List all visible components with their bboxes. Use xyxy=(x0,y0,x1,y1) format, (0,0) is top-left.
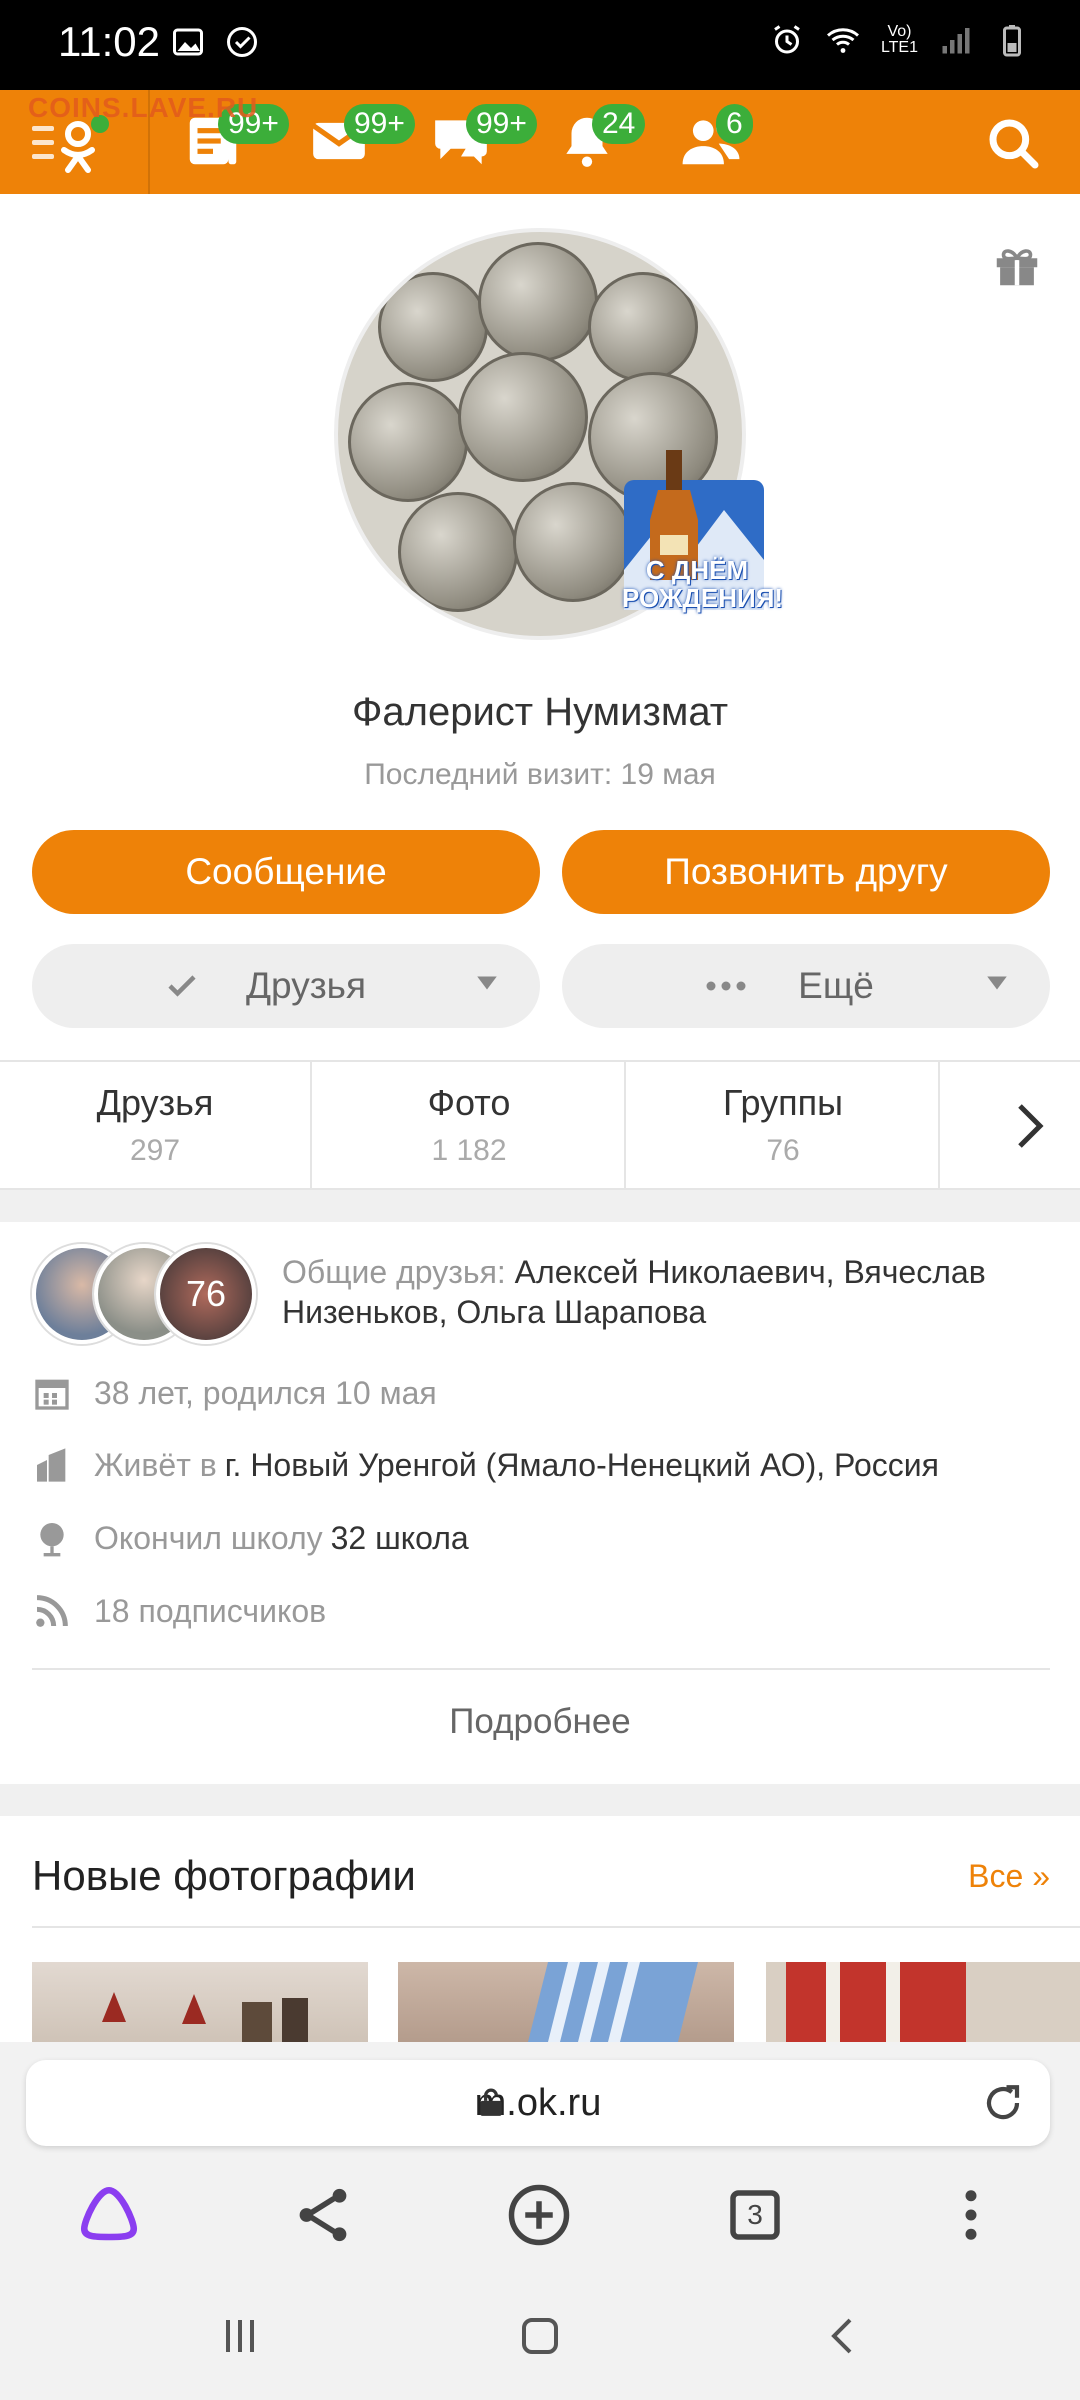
network-type: Vo) LTE1 xyxy=(880,23,918,56)
discussions-button[interactable]: 99+ xyxy=(430,104,537,180)
tabs-count: 3 xyxy=(747,2199,763,2230)
dropdown-arrow-icon xyxy=(987,976,1007,990)
rss-icon xyxy=(36,1595,68,1627)
info-school: Окончил школу 32 школа xyxy=(32,1513,1062,1563)
gallery-icon xyxy=(173,28,203,56)
address-bar[interactable]: m.ok.ru xyxy=(26,2060,1050,2146)
friends-dropdown-button[interactable]: Друзья xyxy=(32,944,540,1028)
home-icon[interactable] xyxy=(516,2312,564,2360)
new-tab-icon[interactable] xyxy=(506,2182,572,2248)
info-location: Живёт в г. Новый Уренгой (Ямало-Ненецкий… xyxy=(32,1440,1062,1490)
stat-label: Группы xyxy=(723,1082,843,1123)
lives-label: Живёт в xyxy=(94,1446,217,1483)
globe-icon xyxy=(40,1523,64,1557)
birthday-sticker-text: С ДНЁМ РОЖДЕНИЯ! xyxy=(622,555,784,613)
messages-button[interactable]: 99+ xyxy=(308,104,415,180)
ribbon-image xyxy=(786,1962,966,2042)
tabs-button[interactable]: 3 xyxy=(722,2182,788,2248)
browser-bottom-bar: m.ok.ru 3 xyxy=(0,2042,1080,2272)
message-button[interactable]: Сообщение xyxy=(32,830,540,914)
messages-badge: 99+ xyxy=(344,104,415,144)
share-icon[interactable] xyxy=(290,2182,356,2248)
recent-apps-icon[interactable] xyxy=(216,2312,264,2360)
watermark: COINS.LAVE.RU xyxy=(28,92,259,123)
avatar: 76 xyxy=(156,1244,256,1344)
mutual-friends-text[interactable]: Общие друзья: Алексей Николаевич, Вячесл… xyxy=(282,1252,1062,1332)
dropdown-arrow-icon xyxy=(477,976,497,990)
mutual-count: 76 xyxy=(185,1273,227,1314)
stat-label: Друзья xyxy=(96,1082,214,1123)
status-bar: 11:02 Vo) LTE1 xyxy=(0,0,1080,90)
system-navigation-bar xyxy=(0,2272,1080,2400)
status-time: 11:02 xyxy=(58,18,160,65)
more-dropdown-button[interactable]: Ещё xyxy=(562,944,1050,1028)
notifications-badge: 24 xyxy=(592,104,646,144)
alarm-icon xyxy=(774,25,800,54)
mutual-label: Общие друзья: xyxy=(282,1254,506,1290)
all-photos-link[interactable]: Все » xyxy=(968,1858,1050,1895)
reload-icon[interactable] xyxy=(982,2082,1024,2124)
school-label: Окончил школу xyxy=(94,1519,323,1556)
mutual-friends-avatars[interactable]: 76 xyxy=(32,1244,272,1344)
more-dropdown-label: Ещё xyxy=(798,965,874,1006)
more-details-link[interactable]: Подробнее xyxy=(0,1702,1080,1742)
photo-thumbnail[interactable] xyxy=(32,1962,368,2042)
stat-value: 297 xyxy=(129,1134,181,1167)
info-age: 38 лет, родился 10 мая xyxy=(32,1368,1062,1418)
kebab-menu-icon[interactable] xyxy=(938,2182,1004,2248)
friends-dropdown-label: Друзья xyxy=(246,965,366,1006)
calendar-icon xyxy=(35,1379,69,1410)
search-icon[interactable] xyxy=(986,116,1042,172)
stat-photos[interactable]: Фото 1 182 xyxy=(314,1062,626,1188)
stat-groups[interactable]: Группы 76 xyxy=(628,1062,940,1188)
chevron-right-icon[interactable] xyxy=(1000,1096,1060,1156)
back-icon[interactable] xyxy=(820,2312,868,2360)
wifi-icon xyxy=(826,28,859,53)
signal-icon xyxy=(942,28,970,54)
url-text: m.ok.ru xyxy=(474,2082,602,2124)
guests-button[interactable]: 6 xyxy=(680,104,753,180)
photo-thumbnail[interactable] xyxy=(766,1962,1080,2042)
divider xyxy=(32,1668,1050,1670)
gift-icon[interactable] xyxy=(990,238,1044,292)
divider xyxy=(32,1926,1080,1928)
discussions-badge: 99+ xyxy=(466,104,537,144)
stat-value: 1 182 xyxy=(431,1134,507,1167)
guests-badge: 6 xyxy=(716,104,753,144)
subscribers-text: 18 подписчиков xyxy=(94,1592,327,1629)
last-visit: Последний визит: 19 мая xyxy=(364,758,716,791)
lives-value[interactable]: г. Новый Уренгой (Ямало-Ненецкий АО), Ро… xyxy=(225,1447,939,1484)
status-right-icons: Vo) LTE1 xyxy=(769,22,1030,58)
profile-name: Фалерист Нумизмат xyxy=(351,690,729,734)
medals-image xyxy=(102,1992,308,2042)
school-value[interactable]: 32 школа xyxy=(331,1520,469,1557)
ribbon-image xyxy=(528,1962,698,2042)
lock-icon xyxy=(480,2088,502,2116)
age-text: 38 лет, родился 10 мая xyxy=(94,1374,437,1411)
stat-value: 76 xyxy=(766,1134,800,1167)
check-circle-icon xyxy=(227,27,257,57)
section-gap xyxy=(0,1190,1080,1222)
profile-stats: Друзья 297 Фото 1 182 Группы 76 xyxy=(0,1060,1080,1190)
photo-thumbnail[interactable] xyxy=(398,1962,734,2042)
call-friend-button[interactable]: Позвонить другу xyxy=(562,830,1050,914)
battery-icon xyxy=(1003,25,1021,57)
stat-friends[interactable]: Друзья 297 xyxy=(0,1062,312,1188)
new-photos-title: Новые фотографии xyxy=(32,1852,416,1899)
section-gap xyxy=(0,1784,1080,1816)
alice-assistant-icon[interactable] xyxy=(76,2182,142,2248)
stat-label: Фото xyxy=(427,1082,511,1123)
status-left-icons xyxy=(170,24,260,60)
notifications-button[interactable]: 24 xyxy=(556,104,646,180)
building-icon xyxy=(37,1448,66,1482)
info-subscribers[interactable]: 18 подписчиков xyxy=(32,1586,1062,1636)
